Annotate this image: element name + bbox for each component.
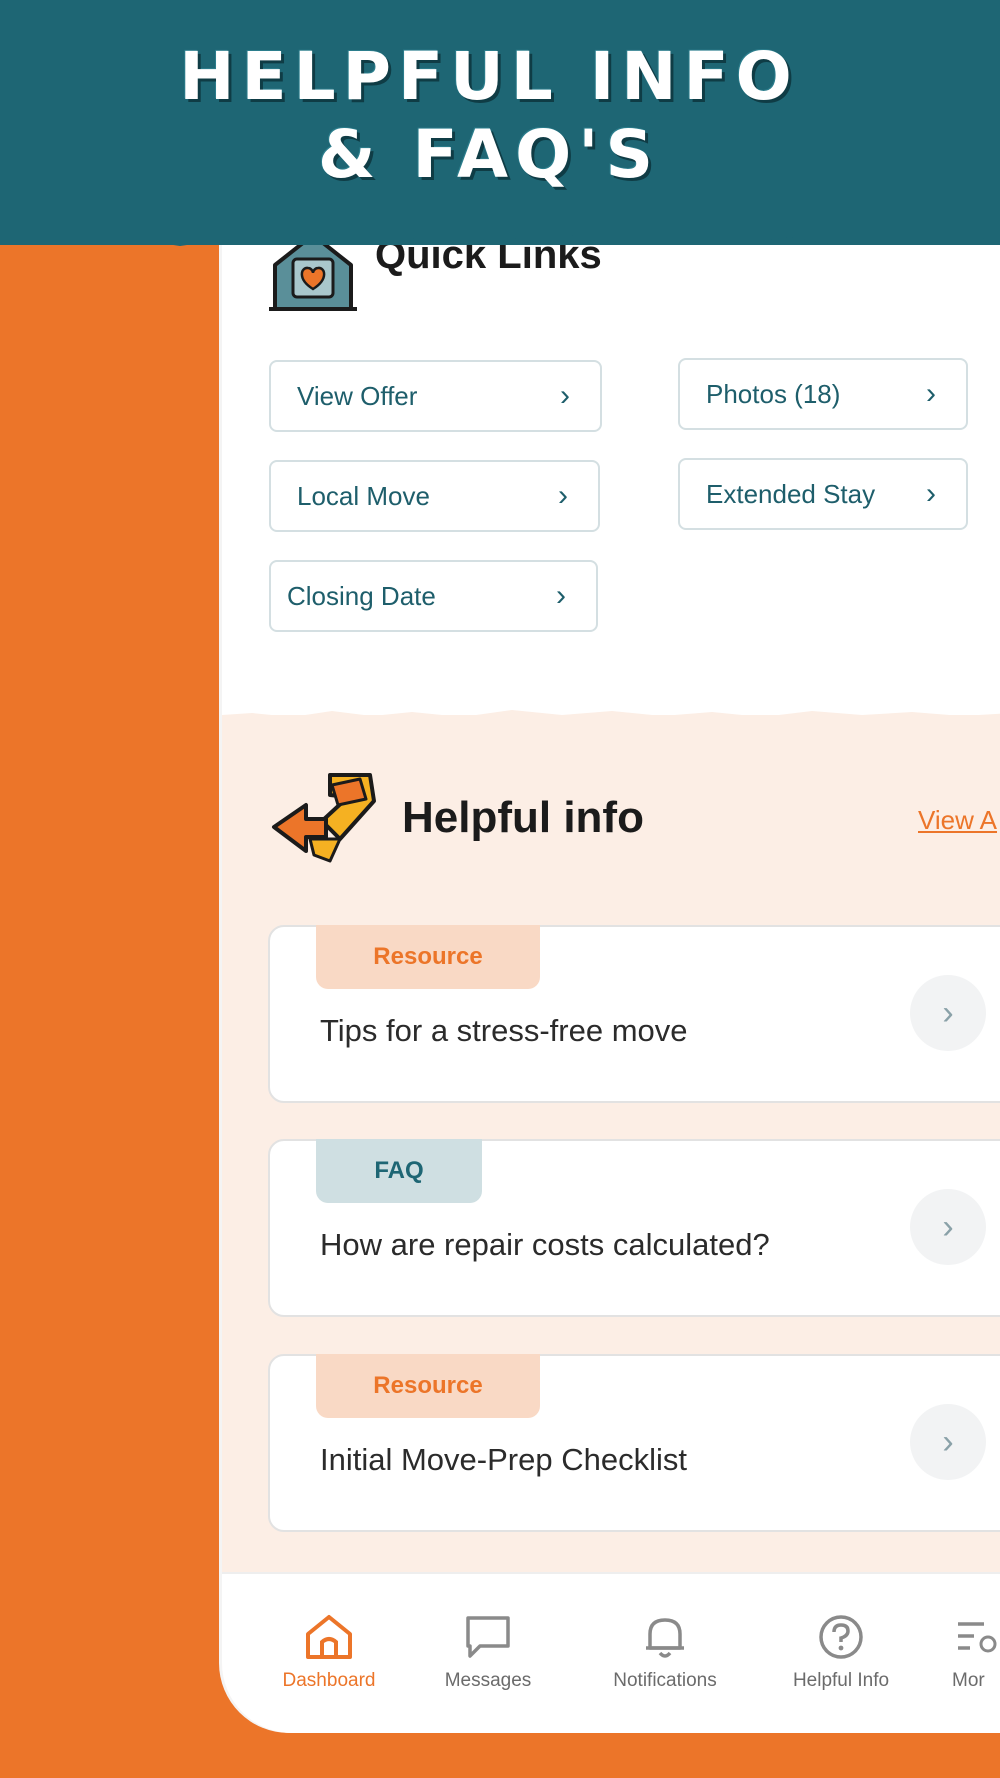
chevron-right-icon[interactable]: ›: [910, 1189, 986, 1265]
local-move-button[interactable]: Local Move ›: [269, 460, 600, 532]
home-icon: [306, 1615, 352, 1659]
chevron-right-icon: ›: [926, 477, 936, 510]
faq-tag: FAQ: [316, 1139, 482, 1203]
nav-more[interactable]: Mor: [940, 1614, 1000, 1692]
view-all-link[interactable]: View A: [918, 805, 997, 836]
banner-title-line1: HELPFUL INFO: [179, 38, 799, 115]
view-offer-button[interactable]: View Offer ›: [269, 360, 602, 432]
chevron-right-icon[interactable]: ›: [910, 1404, 986, 1480]
helpful-info-title: Helpful info: [402, 793, 644, 842]
bottom-nav: Dashboard Messages Notifications Helpful…: [222, 1572, 1000, 1733]
bell-icon: [646, 1618, 684, 1658]
nav-label: Notifications: [613, 1670, 717, 1691]
nav-dashboard[interactable]: Dashboard: [259, 1614, 399, 1692]
chat-icon: [466, 1616, 510, 1658]
closing-date-label: Closing Date: [287, 580, 436, 611]
banner-title-line2: & FAQ'S: [318, 116, 660, 193]
nav-messages[interactable]: Messages: [418, 1614, 558, 1692]
photos-label: Photos (18): [706, 378, 841, 409]
extended-stay-button[interactable]: Extended Stay ›: [678, 458, 968, 530]
extended-stay-label: Extended Stay: [706, 478, 876, 509]
resource-tag: Resource: [316, 1354, 540, 1418]
info-card-repair-costs[interactable]: FAQ How are repair costs calculated? ›: [268, 1139, 1000, 1317]
resource-tag: Resource: [316, 925, 540, 989]
chevron-right-icon: ›: [556, 579, 566, 612]
nav-label: Dashboard: [282, 1670, 376, 1691]
card-title: Initial Move-Prep Checklist: [320, 1442, 687, 1477]
question-icon: [819, 1615, 863, 1659]
nav-label: Messages: [444, 1670, 532, 1691]
arrow-sign-icon: [272, 773, 376, 863]
nav-notifications[interactable]: Notifications: [595, 1614, 735, 1692]
more-icon: [958, 1622, 997, 1653]
banner-torn-edge: [0, 228, 1000, 246]
section-torn-edge: [222, 710, 1000, 725]
photos-button[interactable]: Photos (18) ›: [678, 358, 968, 430]
banner-title: HELPFUL INFO & FAQ'S: [0, 38, 989, 194]
chevron-right-icon[interactable]: ›: [910, 975, 986, 1051]
nav-helpful-info[interactable]: Helpful Info: [771, 1614, 911, 1692]
header-banner: HELPFUL INFO & FAQ'S: [0, 0, 1000, 245]
info-card-tips[interactable]: Resource Tips for a stress-free move ›: [268, 925, 1000, 1103]
info-card-checklist[interactable]: Resource Initial Move-Prep Checklist ›: [268, 1354, 1000, 1532]
closing-date-button[interactable]: Closing Date ›: [269, 560, 598, 632]
phone-screen: Quick Links View Offer › Photos (18) › L…: [222, 200, 1000, 1733]
card-title: Tips for a stress-free move: [320, 1013, 688, 1048]
chevron-right-icon: ›: [560, 379, 570, 412]
card-title: How are repair costs calculated?: [320, 1227, 770, 1262]
nav-label: Mor: [952, 1670, 985, 1691]
local-move-label: Local Move: [297, 480, 430, 511]
chevron-right-icon: ›: [926, 377, 936, 410]
view-offer-label: View Offer: [297, 380, 418, 411]
chevron-right-icon: ›: [558, 479, 568, 512]
nav-label: Helpful Info: [792, 1670, 890, 1691]
